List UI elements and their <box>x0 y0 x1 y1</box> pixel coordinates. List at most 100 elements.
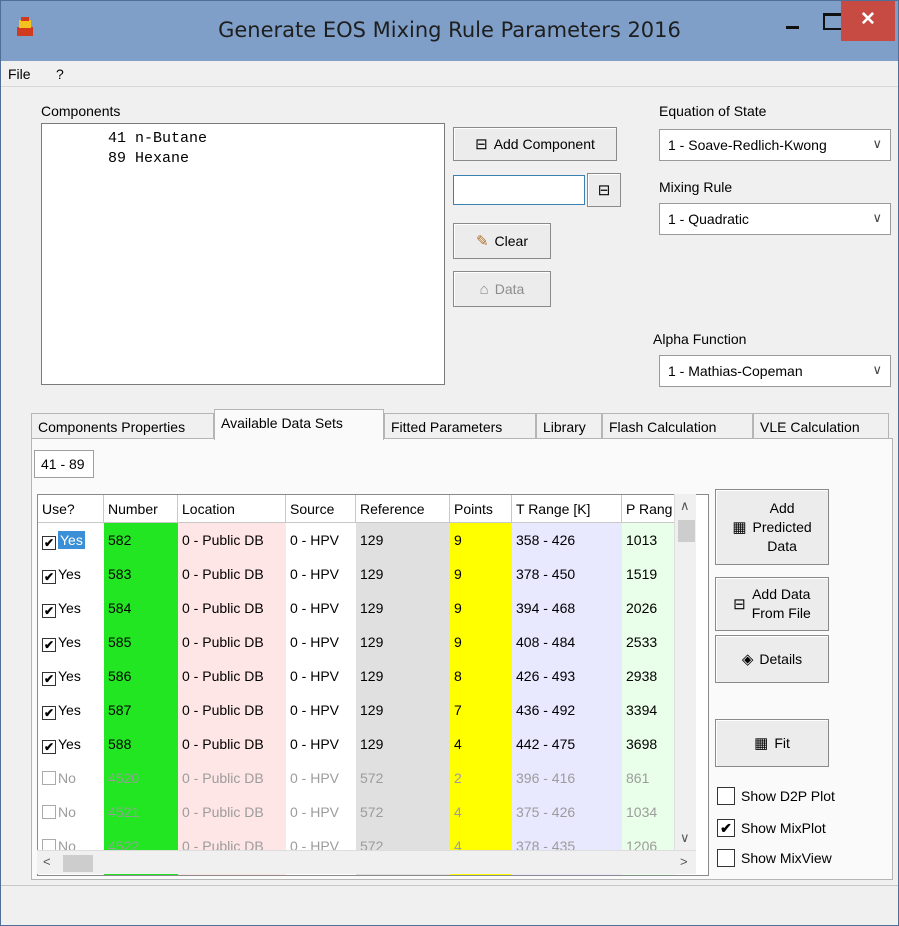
chevron-down-icon: ∨ <box>872 210 882 225</box>
use-checkbox[interactable]: ✔ <box>42 536 56 550</box>
show-d2p-plot-checkbox[interactable] <box>717 787 735 805</box>
vertical-scrollbar[interactable]: ∧ ∨ <box>674 494 696 850</box>
cell-trange: 375 - 426 <box>516 804 576 820</box>
use-label: Yes <box>58 634 81 650</box>
header-p-range[interactable]: P Rang <box>622 495 675 523</box>
cell-reference: 129 <box>360 702 384 718</box>
header-t-range[interactable]: T Range [K] <box>512 495 622 523</box>
header-location[interactable]: Location <box>178 495 286 523</box>
show-d2p-plot-option[interactable]: Show D2P Plot <box>717 787 835 805</box>
scroll-thumb[interactable] <box>678 520 695 542</box>
use-label: No <box>58 770 76 786</box>
scroll-right-icon[interactable]: > <box>680 854 688 869</box>
cell-source: 0 - HPV <box>290 736 340 752</box>
fit-button[interactable]: ▦ Fit <box>715 719 829 767</box>
cell-trange: 396 - 416 <box>516 770 576 786</box>
cell-reference: 129 <box>360 566 384 582</box>
cell-trange: 394 - 468 <box>516 600 576 616</box>
cell-trange: 408 - 484 <box>516 634 576 650</box>
use-checkbox[interactable]: ✔ <box>42 638 56 652</box>
scroll-thumb[interactable] <box>63 855 93 872</box>
show-mixplot-checkbox[interactable]: ✔ <box>717 819 735 837</box>
show-mixview-checkbox[interactable] <box>717 849 735 867</box>
minimize-button[interactable] <box>780 11 806 35</box>
scroll-down-icon[interactable]: ∨ <box>680 830 690 846</box>
data-sets-grid[interactable]: Use? Number Location Source Reference Points T… <box>37 494 709 876</box>
add-component-icon: ⊟ <box>597 182 611 199</box>
scroll-up-icon[interactable]: ∧ <box>680 498 690 514</box>
use-checkbox[interactable] <box>42 805 56 819</box>
status-bar <box>1 885 898 925</box>
cell-reference: 129 <box>360 532 384 548</box>
tab-vle-calculation[interactable]: VLE Calculation <box>753 413 889 439</box>
use-checkbox[interactable]: ✔ <box>42 706 56 720</box>
use-cell[interactable]: ✔ Yes <box>38 591 104 625</box>
use-cell[interactable]: ✔ Yes <box>38 625 104 659</box>
cell-points: 2 <box>454 770 462 786</box>
close-button[interactable]: ✕ <box>841 1 895 41</box>
header-use[interactable]: Use? <box>38 495 104 523</box>
add-typed-component-button[interactable]: ⊟ <box>587 173 621 207</box>
mixing-rule-select[interactable]: 1 - Quadratic ∨ <box>659 203 891 235</box>
app-window: Generate EOS Mixing Rule Parameters 2016… <box>0 0 899 926</box>
cell-location: 0 - Public DB <box>182 770 264 786</box>
cell-points: 7 <box>454 702 462 718</box>
components-list[interactable]: 41 n-Butane 89 Hexane <box>41 123 445 385</box>
add-data-from-file-button[interactable]: ⊟ Add Data From File <box>715 577 829 631</box>
header-source[interactable]: Source <box>286 495 356 523</box>
cell-location: 0 - Public DB <box>182 668 264 684</box>
header-reference[interactable]: Reference <box>356 495 450 523</box>
use-label: Yes <box>58 531 85 549</box>
eos-select[interactable]: 1 - Soave-Redlich-Kwong ∨ <box>659 129 891 161</box>
header-points[interactable]: Points <box>450 495 512 523</box>
cell-points: 4 <box>454 804 462 820</box>
data-tag-icon: ⌂ <box>479 280 489 298</box>
cell-trange: 426 - 493 <box>516 668 576 684</box>
scroll-left-icon[interactable]: < <box>43 854 51 869</box>
use-cell[interactable]: ✔ Yes <box>38 659 104 693</box>
subtab-pair[interactable]: 41 - 89 <box>34 450 94 478</box>
list-item[interactable]: 89 Hexane <box>42 150 444 170</box>
use-checkbox[interactable] <box>42 771 56 785</box>
tab-available-data-sets[interactable]: Available Data Sets <box>214 409 384 440</box>
use-checkbox[interactable]: ✔ <box>42 672 56 686</box>
menu-help[interactable]: ? <box>56 66 64 82</box>
use-cell[interactable]: No <box>38 795 104 829</box>
tab-library[interactable]: Library <box>536 413 602 439</box>
details-button[interactable]: ◈ Details <box>715 635 829 683</box>
add-component-button[interactable]: ⊟ Add Component <box>453 127 617 161</box>
horizontal-scrollbar[interactable]: < > <box>37 850 696 874</box>
cell-prange: 3698 <box>626 736 658 752</box>
use-cell[interactable]: ✔ Yes <box>38 693 104 727</box>
use-cell[interactable]: ✔ Yes <box>38 557 104 591</box>
data-button[interactable]: ⌂ Data <box>453 271 551 307</box>
use-checkbox[interactable]: ✔ <box>42 604 56 618</box>
title-bar[interactable]: Generate EOS Mixing Rule Parameters 2016… <box>1 1 898 61</box>
use-cell[interactable]: ✔ Yes <box>38 727 104 761</box>
cell-location: 0 - Public DB <box>182 634 264 650</box>
component-input[interactable] <box>453 175 585 205</box>
use-cell[interactable]: No <box>38 761 104 795</box>
use-checkbox[interactable]: ✔ <box>42 570 56 584</box>
alpha-function-select[interactable]: 1 - Mathias-Copeman ∨ <box>659 355 891 387</box>
cell-location: 0 - Public DB <box>182 736 264 752</box>
cell-prange: 2938 <box>626 668 658 684</box>
tab-flash-calculation[interactable]: Flash Calculation <box>602 413 753 439</box>
tab-fitted-parameters[interactable]: Fitted Parameters <box>384 413 536 439</box>
show-mixview-option[interactable]: Show MixView <box>717 849 832 867</box>
cell-trange: 442 - 475 <box>516 736 576 752</box>
header-number[interactable]: Number <box>104 495 178 523</box>
clear-button[interactable]: ✎ Clear <box>453 223 551 259</box>
menu-file[interactable]: File <box>8 66 31 82</box>
list-item[interactable]: 41 n-Butane <box>42 130 444 150</box>
cell-number: 4521 <box>108 804 140 820</box>
window-title: Generate EOS Mixing Rule Parameters 2016 <box>218 18 681 42</box>
cell-number: 583 <box>108 566 132 582</box>
show-mixplot-option[interactable]: ✔ Show MixPlot <box>717 819 826 837</box>
use-checkbox[interactable]: ✔ <box>42 740 56 754</box>
use-label: Yes <box>58 668 81 684</box>
add-predicted-data-button[interactable]: ▦ Add Predicted Data <box>715 489 829 565</box>
cell-source: 0 - HPV <box>290 702 340 718</box>
use-cell[interactable]: ✔ Yes <box>38 523 104 557</box>
tab-components-properties[interactable]: Components Properties <box>31 413 214 439</box>
